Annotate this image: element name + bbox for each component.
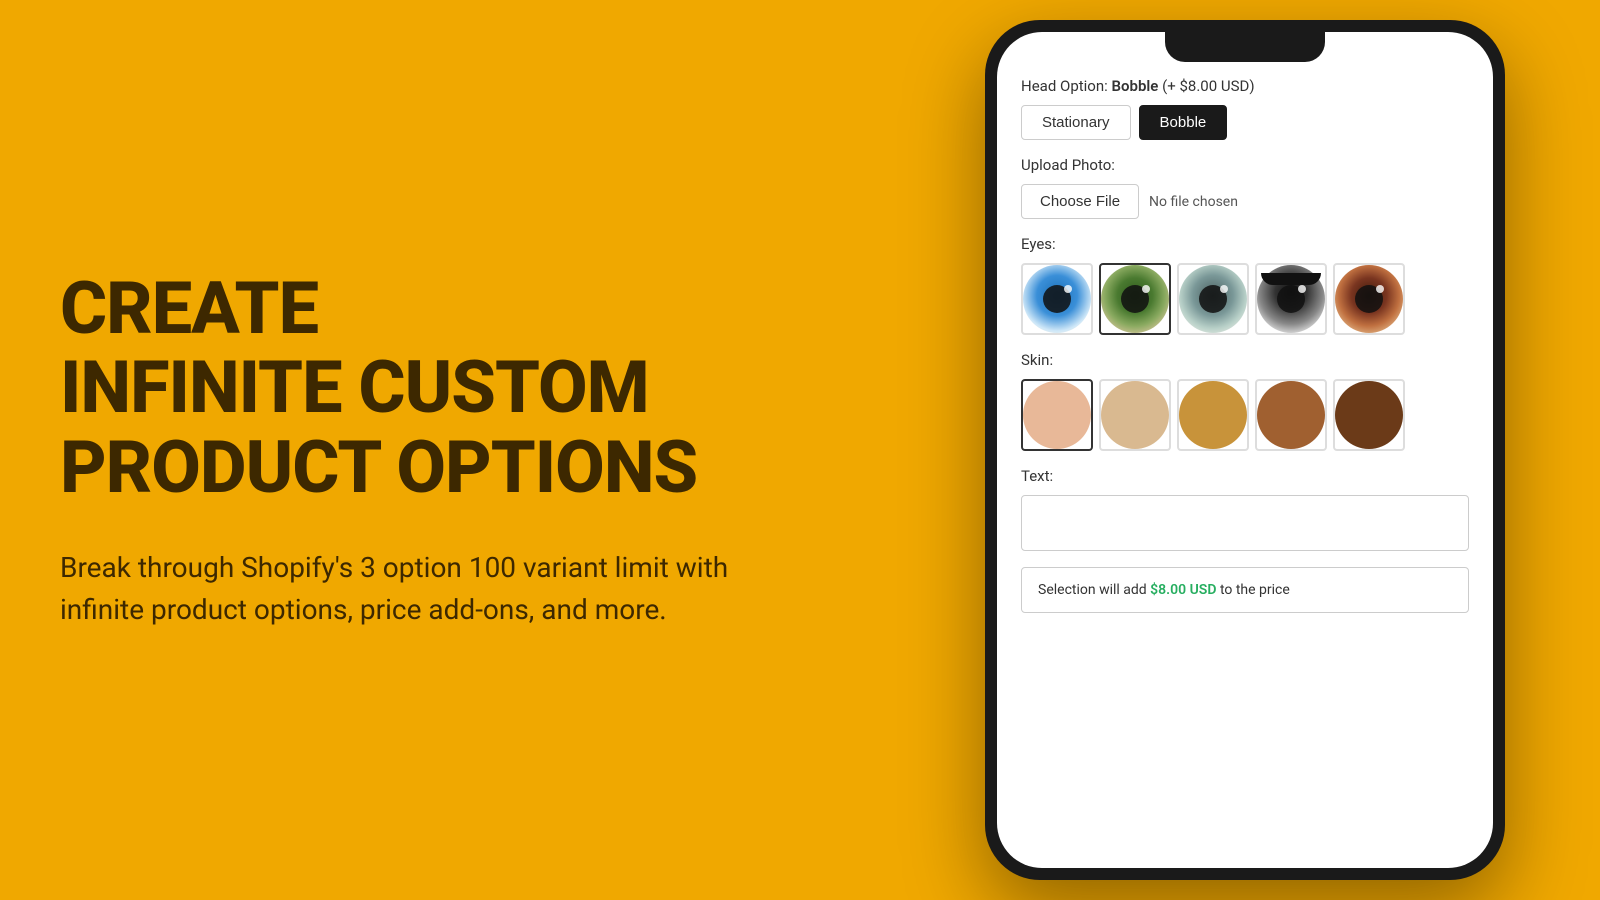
hero-title-line2: INFINITE CUSTOM	[60, 345, 649, 430]
hero-title-line1: CREATE	[60, 266, 318, 351]
hero-title-line3: PRODUCT OPTIONS	[60, 425, 697, 510]
price-notice-amount: $8.00 USD	[1150, 582, 1216, 598]
skin-swatch-3[interactable]	[1177, 379, 1249, 451]
head-option-label: Head Option: Bobble (+ $8.00 USD)	[1021, 77, 1469, 95]
right-panel: Head Option: Bobble (+ $8.00 USD) Statio…	[920, 0, 1600, 900]
text-input[interactable]	[1021, 495, 1469, 551]
eye-swatch-dark[interactable]	[1255, 263, 1327, 335]
eye-swatch-grey[interactable]	[1177, 263, 1249, 335]
skin-swatch-2[interactable]	[1099, 379, 1171, 451]
text-label: Text:	[1021, 467, 1469, 485]
price-notice: Selection will add $8.00 USD to the pric…	[1021, 567, 1469, 613]
hero-subtitle: Break through Shopify's 3 option 100 var…	[60, 547, 740, 631]
phone-mockup: Head Option: Bobble (+ $8.00 USD) Statio…	[985, 20, 1505, 880]
file-status: No file chosen	[1149, 194, 1238, 210]
eyes-swatches-row	[1021, 263, 1469, 335]
upload-section: Upload Photo: Choose File No file chosen	[1021, 156, 1469, 219]
left-panel: CREATE INFINITE CUSTOM PRODUCT OPTIONS B…	[0, 0, 920, 900]
skin-swatches-row	[1021, 379, 1469, 451]
eyes-section: Eyes:	[1021, 235, 1469, 335]
upload-row: Choose File No file chosen	[1021, 184, 1469, 219]
head-option-buttons: Stationary Bobble	[1021, 105, 1469, 140]
eye-swatch-brown[interactable]	[1333, 263, 1405, 335]
skin-swatch-1[interactable]	[1021, 379, 1093, 451]
head-option-price-note: (+ $8.00 USD)	[1162, 77, 1254, 95]
upload-label: Upload Photo:	[1021, 156, 1469, 174]
price-notice-prefix: Selection will add	[1038, 582, 1150, 598]
skin-label: Skin:	[1021, 351, 1469, 369]
stationary-button[interactable]: Stationary	[1021, 105, 1131, 140]
skin-section: Skin:	[1021, 351, 1469, 451]
head-option-section: Head Option: Bobble (+ $8.00 USD) Statio…	[1021, 77, 1469, 140]
phone-screen: Head Option: Bobble (+ $8.00 USD) Statio…	[997, 32, 1493, 868]
eye-swatch-green[interactable]	[1099, 263, 1171, 335]
skin-swatch-4[interactable]	[1255, 379, 1327, 451]
bobble-button[interactable]: Bobble	[1139, 105, 1228, 140]
price-notice-suffix: to the price	[1220, 582, 1290, 598]
phone-notch	[1165, 32, 1325, 62]
skin-swatch-5[interactable]	[1333, 379, 1405, 451]
head-option-label-text: Head Option:	[1021, 77, 1108, 95]
eyes-label: Eyes:	[1021, 235, 1469, 253]
eye-swatch-blue[interactable]	[1021, 263, 1093, 335]
choose-file-button[interactable]: Choose File	[1021, 184, 1139, 219]
head-option-value: Bobble	[1112, 77, 1159, 95]
hero-title: CREATE INFINITE CUSTOM PRODUCT OPTIONS	[60, 269, 860, 507]
phone-content: Head Option: Bobble (+ $8.00 USD) Statio…	[997, 32, 1493, 868]
text-section: Text:	[1021, 467, 1469, 551]
